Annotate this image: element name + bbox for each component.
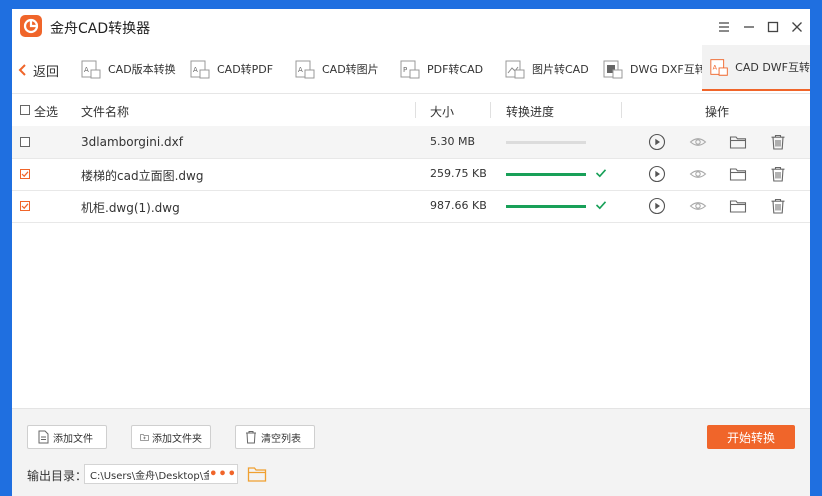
footer-panel: 添加文件 添加文件夹 清空列表 开始转换 输出目录： C:\Users\金舟\D… [12, 408, 810, 496]
play-icon[interactable] [648, 197, 666, 215]
svg-text:A: A [713, 64, 718, 72]
close-icon[interactable] [787, 17, 807, 37]
progress-bar [506, 205, 586, 208]
column-header-size: 大小 [430, 105, 455, 119]
progress-bar [506, 173, 586, 176]
back-label: 返回 [33, 64, 60, 80]
progress-fill [506, 205, 586, 208]
tab-cad-to-image[interactable]: A CAD转图片 [294, 45, 379, 93]
app-window: 金舟CAD转换器 返回 A CAD版本转换 A CAD转PDF A CAD转图片… [12, 9, 810, 496]
column-header-name: 文件名称 [81, 105, 130, 119]
file-size: 259.75 KB [430, 167, 487, 180]
svg-text:A: A [298, 66, 303, 74]
tab-image-to-cad[interactable]: 图片转CAD [504, 45, 589, 93]
add-folder-button[interactable]: 添加文件夹 [131, 425, 211, 449]
eye-icon[interactable] [689, 133, 707, 151]
trash-icon[interactable] [769, 133, 787, 151]
row-checkbox[interactable] [20, 137, 30, 147]
open-folder-icon[interactable] [247, 464, 267, 484]
back-button[interactable]: 返回 [18, 60, 59, 80]
progress-bar [506, 141, 586, 144]
feature-tab-bar: 返回 A CAD版本转换 A CAD转PDF A CAD转图片 P PDF转CA… [12, 45, 810, 94]
app-title: 金舟CAD转换器 [50, 21, 151, 37]
tab-cad-to-pdf[interactable]: A CAD转PDF [189, 45, 273, 93]
table-row[interactable]: 3dlamborgini.dxf 5.30 MB [12, 126, 810, 159]
select-all-checkbox[interactable] [20, 105, 30, 115]
tab-label: PDF转CAD [427, 63, 484, 76]
tab-pdf-to-cad[interactable]: P PDF转CAD [399, 45, 483, 93]
cad-to-pdf-icon: A [190, 60, 210, 79]
column-divider [415, 102, 416, 118]
file-name: 楼梯的cad立面图.dwg [81, 169, 204, 183]
output-dir-label: 输出目录： [27, 469, 88, 483]
start-convert-button[interactable]: 开始转换 [707, 425, 795, 449]
tab-label: DWG DXF互转 [630, 63, 706, 76]
column-header-actions: 操作 [705, 105, 730, 119]
cad-file-icon: A [81, 60, 101, 79]
file-name: 机柜.dwg(1).dwg [81, 201, 180, 215]
maximize-icon[interactable] [763, 17, 783, 37]
title-bar: 金舟CAD转换器 [12, 9, 810, 45]
app-logo-icon [20, 15, 42, 37]
add-file-label: 添加文件 [53, 433, 93, 445]
table-row[interactable]: 机柜.dwg(1).dwg 987.66 KB [12, 190, 810, 223]
image-to-cad-icon [505, 60, 525, 79]
folder-icon[interactable] [729, 165, 747, 183]
trash-icon [246, 431, 256, 444]
select-all-label[interactable]: 全选 [34, 103, 58, 120]
file-name: 3dlamborgini.dxf [81, 135, 183, 149]
minimize-icon[interactable] [739, 17, 759, 37]
play-icon[interactable] [648, 133, 666, 151]
checkmark-icon [595, 169, 607, 178]
tab-cad-dwf-convert[interactable]: A CAD DWF互转 [702, 45, 810, 91]
progress-fill [506, 173, 586, 176]
column-header-progress: 转换进度 [506, 105, 555, 119]
column-divider [621, 102, 622, 118]
clear-list-label: 清空列表 [261, 433, 301, 445]
tab-label: CAD版本转换 [108, 63, 176, 76]
column-divider [490, 102, 491, 118]
tab-label: CAD DWF互转 [735, 61, 810, 74]
output-path-value: C:\Users\金舟\Desktop\金舟 [90, 470, 209, 482]
add-file-button[interactable]: 添加文件 [27, 425, 107, 449]
file-size: 5.30 MB [430, 135, 476, 148]
tab-dwg-dxf-convert[interactable]: DWG DXF互转 [602, 45, 706, 93]
more-options-button[interactable]: ••• [209, 467, 237, 482]
svg-text:A: A [193, 66, 198, 74]
cad-dwf-icon: A [710, 59, 728, 76]
checkmark-icon [595, 201, 607, 210]
file-table-header: 全选 文件名称 大小 转换进度 操作 [12, 94, 810, 127]
svg-text:A: A [84, 66, 89, 74]
add-folder-icon [140, 434, 149, 441]
table-row[interactable]: 楼梯的cad立面图.dwg 259.75 KB [12, 158, 810, 191]
eye-icon[interactable] [689, 165, 707, 183]
tab-label: CAD转PDF [217, 63, 274, 76]
pdf-to-cad-icon: P [400, 60, 420, 79]
folder-icon[interactable] [729, 133, 747, 151]
folder-icon[interactable] [729, 197, 747, 215]
add-file-icon [38, 430, 49, 444]
svg-text:P: P [403, 66, 407, 74]
menu-icon[interactable] [714, 17, 734, 37]
eye-icon[interactable] [689, 197, 707, 215]
row-checkbox-checked[interactable] [20, 169, 30, 179]
play-icon[interactable] [648, 165, 666, 183]
cad-to-image-icon: A [295, 60, 315, 79]
trash-icon[interactable] [769, 197, 787, 215]
tab-label: CAD转图片 [322, 63, 379, 76]
tab-cad-version-convert[interactable]: A CAD版本转换 [80, 45, 176, 93]
tab-label: 图片转CAD [532, 63, 589, 76]
file-size: 987.66 KB [430, 199, 487, 212]
clear-list-button[interactable]: 清空列表 [235, 425, 315, 449]
row-checkbox-checked[interactable] [20, 201, 30, 211]
chevron-left-icon [18, 64, 26, 76]
add-folder-label: 添加文件夹 [152, 433, 202, 445]
trash-icon[interactable] [769, 165, 787, 183]
dwg-dxf-icon [603, 60, 623, 79]
output-path-field[interactable]: C:\Users\金舟\Desktop\金舟 ••• [84, 464, 238, 484]
